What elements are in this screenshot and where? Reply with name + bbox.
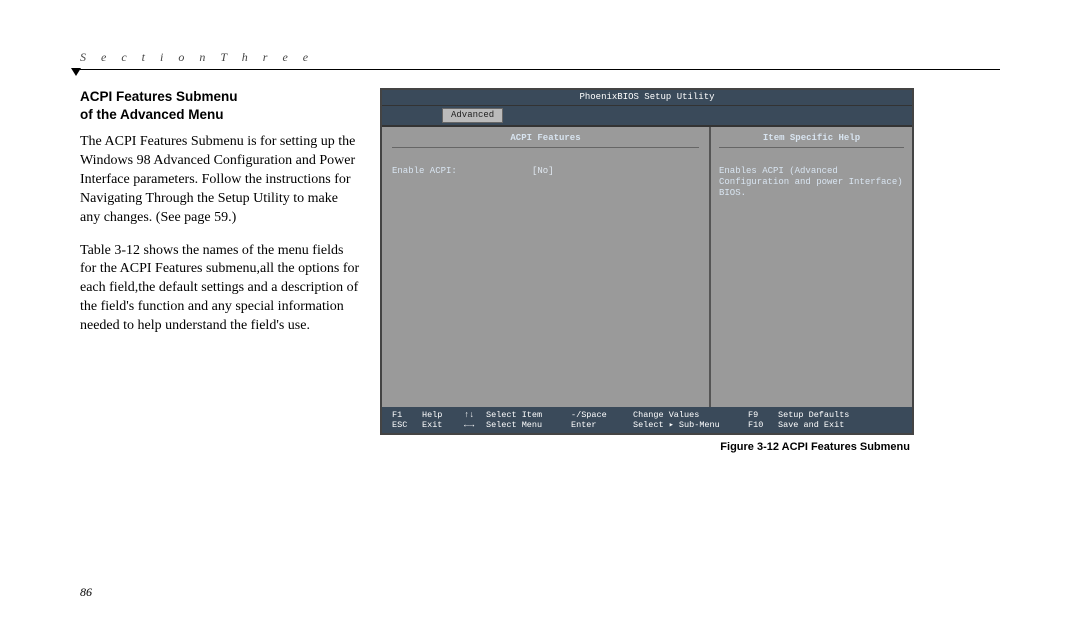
bios-field-label: Enable ACPI:: [392, 166, 532, 177]
footer-text-select-submenu: Select ▸ Sub-Menu: [633, 420, 748, 430]
paragraph-1: The ACPI Features Submenu is for setting…: [80, 133, 360, 227]
footer-text-select-menu: Select Menu: [486, 420, 571, 430]
left-column: ACPI Features Submenu of the Advanced Me…: [80, 88, 360, 453]
heading-line-1: ACPI Features Submenu: [80, 89, 238, 104]
bios-right-header: Item Specific Help: [719, 131, 904, 149]
footer-key-f1: F1: [392, 410, 422, 420]
paragraph-2: Table 3-12 shows the names of the menu f…: [80, 242, 360, 336]
bios-help-text: Enables ACPI (Advanced Configuration and…: [719, 166, 904, 198]
bios-footer: F1 Help ↑↓ Select Item -/Space Change Va…: [382, 407, 912, 433]
bios-left-header: ACPI Features: [392, 131, 699, 149]
bios-main-panel: ACPI Features Enable ACPI: [No]: [382, 127, 711, 407]
footer-key-space: -/Space: [571, 410, 633, 420]
bios-field-value: [No]: [532, 166, 554, 177]
footer-text-change-values: Change Values: [633, 410, 748, 420]
footer-text-exit: Exit: [422, 420, 464, 430]
arrow-leftright-icon: ←→: [464, 420, 486, 430]
figure-caption: Figure 3-12 ACPI Features Submenu: [380, 441, 910, 453]
section-divider: [80, 69, 1000, 70]
footer-key-esc: ESC: [392, 420, 422, 430]
page-number: 86: [80, 585, 92, 600]
footer-text-help: Help: [422, 410, 464, 420]
arrow-updown-icon: ↑↓: [464, 410, 486, 420]
footer-key-enter: Enter: [571, 420, 633, 430]
footer-key-f10: F10: [748, 420, 778, 430]
bios-help-panel: Item Specific Help Enables ACPI (Advance…: [711, 127, 912, 407]
bios-field-row: Enable ACPI: [No]: [392, 166, 699, 177]
footer-row-1: F1 Help ↑↓ Select Item -/Space Change Va…: [392, 410, 902, 420]
bios-title-bar: PhoenixBIOS Setup Utility: [382, 90, 912, 106]
bios-tab-bar: Advanced: [382, 106, 912, 127]
footer-text-setup-defaults: Setup Defaults: [778, 410, 849, 420]
section-header: S e c t i o n T h r e e: [80, 50, 1000, 65]
heading-line-2: of the Advanced Menu: [80, 107, 224, 122]
bios-screenshot: PhoenixBIOS Setup Utility Advanced ACPI …: [380, 88, 914, 435]
footer-row-2: ESC Exit ←→ Select Menu Enter Select ▸ S…: [392, 420, 902, 430]
bios-tab-advanced: Advanced: [442, 108, 503, 123]
subsection-title: ACPI Features Submenu of the Advanced Me…: [80, 88, 360, 123]
right-column: PhoenixBIOS Setup Utility Advanced ACPI …: [380, 88, 1000, 453]
footer-text-save-exit: Save and Exit: [778, 420, 844, 430]
footer-key-f9: F9: [748, 410, 778, 420]
footer-text-select-item: Select Item: [486, 410, 571, 420]
